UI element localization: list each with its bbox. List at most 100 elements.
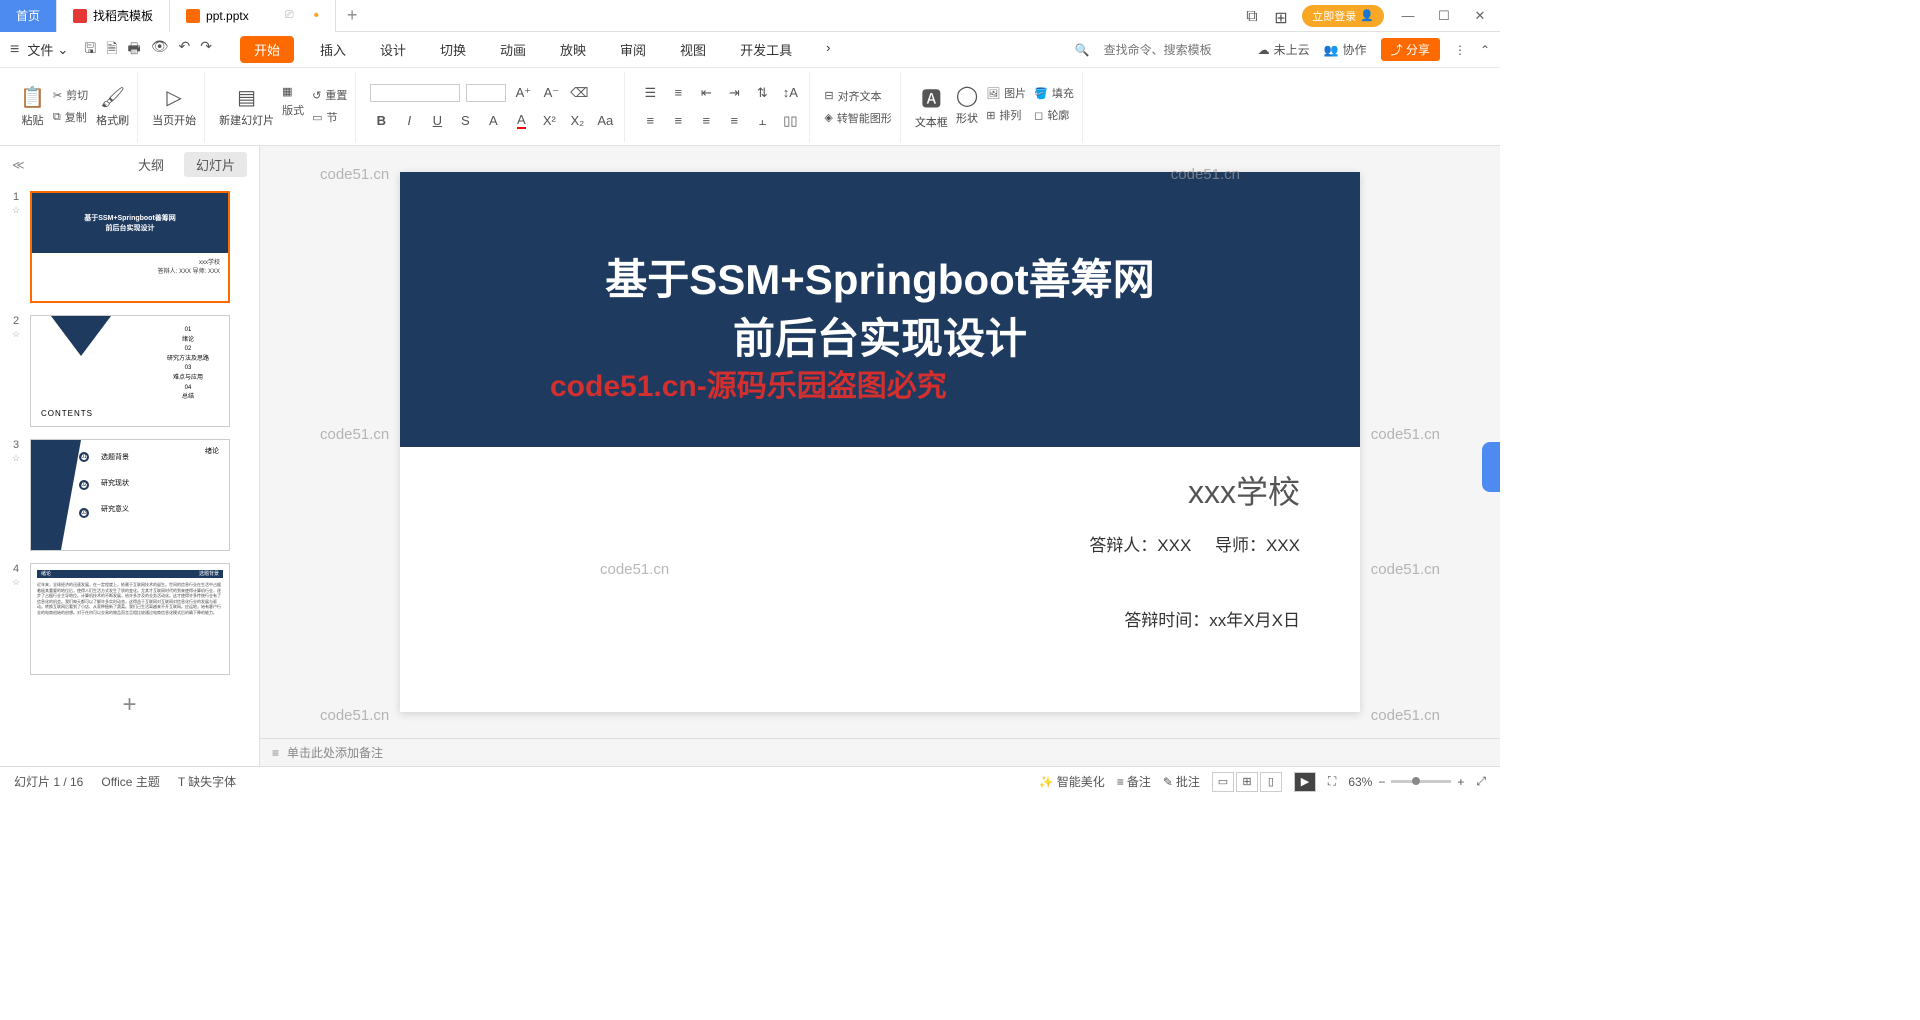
decrease-indent-button[interactable]: ⇤ [695,82,717,104]
thumbnail-1[interactable]: 基于SSM+Springboot善筹网前后台实现设计 xxx学校答辩人: XXX… [30,191,230,303]
window-mode-icon[interactable]: ⧉ [1246,8,1262,24]
arrange-button[interactable]: ⊞排列 [986,105,1026,125]
notes-toggle[interactable]: ≡备注 [1117,773,1151,790]
copy-button[interactable]: ⧉复制 [53,107,88,127]
menu-insert[interactable]: 插入 [312,36,354,63]
tab-file[interactable]: ppt.pptx ⎚ • [170,0,336,32]
textbox-button[interactable]: 🅰文本框 [915,83,948,130]
menu-more[interactable]: › [818,36,838,63]
menu-switch[interactable]: 切换 [432,36,474,63]
display-icon[interactable]: ⎚ [285,9,294,22]
search-input[interactable] [1104,43,1244,57]
menu-dev[interactable]: 开发工具 [732,36,800,63]
align-left-button[interactable]: ≡ [639,110,661,132]
zoom-in-button[interactable]: + [1457,775,1464,789]
close-button[interactable]: ✕ [1468,8,1492,24]
notes-pane[interactable]: ≡ 单击此处添加备注 [260,738,1500,766]
beautify-button[interactable]: ✨智能美化 [1039,773,1105,790]
change-case-button[interactable]: Aa [594,110,616,132]
new-slide-button[interactable]: ▤新建幻灯片 [219,85,274,128]
cut-button[interactable]: ✂剪切 [53,85,88,105]
menu-design[interactable]: 设计 [372,36,414,63]
numbering-button[interactable]: ≡ [667,82,689,104]
add-slide-button[interactable]: + [8,687,251,723]
missing-font-button[interactable]: T缺失字体 [178,773,236,790]
tab-template[interactable]: 找稻壳模板 [57,0,170,32]
picture-button[interactable]: 🖼图片 [986,83,1026,103]
apps-icon[interactable]: ⊞ [1274,8,1290,24]
layout-label-btn[interactable]: 版式 [282,100,304,120]
clear-format-icon[interactable]: ⌫ [568,82,590,104]
tab-home[interactable]: 首页 [0,0,57,32]
shape-button[interactable]: ◯形状 [956,83,978,130]
reading-view-button[interactable]: ▯ [1260,772,1282,792]
save-icon[interactable]: 🖫 [84,38,96,62]
superscript-button[interactable]: X² [538,110,560,132]
increase-font-icon[interactable]: A⁺ [512,82,534,104]
share-button[interactable]: ⤴ 分享 [1381,38,1440,61]
align-text-button[interactable]: ⊟对齐文本 [824,86,891,106]
line-spacing-button[interactable]: ⇅ [751,82,773,104]
zoom-out-button[interactable]: − [1378,775,1385,789]
thumbnail-2[interactable]: 01绪论 02研究方法及思路 03难点与应用 04总结 CONTENTS [30,315,230,427]
collapse-ribbon-icon[interactable]: ⌃ [1480,43,1490,57]
strike-button[interactable]: S [454,110,476,132]
underline-button[interactable]: U [426,110,448,132]
format-painter-button[interactable]: 🖌格式刷 [96,85,129,128]
menu-review[interactable]: 审阅 [612,36,654,63]
menu-start[interactable]: 开始 [240,36,294,63]
comments-button[interactable]: ✎批注 [1163,773,1200,790]
slides-tab[interactable]: 幻灯片 [184,152,247,177]
fullscreen-button[interactable]: ⤢ [1476,774,1486,789]
smartart-button[interactable]: ◈转智能图形 [824,108,891,128]
redo-icon[interactable]: ↷ [200,38,212,62]
font-select[interactable] [370,84,460,102]
distribute-button[interactable]: ⫠ [751,110,773,132]
justify-button[interactable]: ≡ [723,110,745,132]
menu-anim[interactable]: 动画 [492,36,534,63]
normal-view-button[interactable]: ▭ [1212,772,1234,792]
bullets-button[interactable]: ☰ [639,82,661,104]
fill-button[interactable]: 🪣填充 [1034,83,1074,103]
text-direction-button[interactable]: ↕A [779,82,801,104]
print-preview-icon[interactable]: 👁 [151,38,169,62]
decrease-font-icon[interactable]: A⁻ [540,82,562,104]
minimize-button[interactable]: — [1396,8,1420,23]
side-handle[interactable] [1482,442,1500,492]
slide-canvas[interactable]: 基于SSM+Springboot善筹网 前后台实现设计 xxx学校 答辩人：XX… [400,172,1360,712]
login-button[interactable]: 立即登录 👤 [1302,5,1384,27]
align-center-button[interactable]: ≡ [667,110,689,132]
slideshow-button[interactable]: ▶ [1294,772,1316,792]
highlight-button[interactable]: A [482,110,504,132]
italic-button[interactable]: I [398,110,420,132]
align-right-button[interactable]: ≡ [695,110,717,132]
layout-button[interactable]: ▦ [282,85,304,98]
menu-view[interactable]: 视图 [672,36,714,63]
hamburger-icon[interactable]: ≡ [10,41,19,59]
reset-button[interactable]: ↺重置 [312,85,347,105]
maximize-button[interactable]: ☐ [1432,8,1456,24]
save-as-icon[interactable]: 🗎 [106,38,117,62]
section-button[interactable]: ▭节 [312,107,347,127]
collab-button[interactable]: 👥协作 [1324,41,1367,58]
zoom-slider[interactable] [1391,780,1451,783]
collapse-panel-icon[interactable]: ≪ [12,158,25,172]
kebab-icon[interactable]: ⋮ [1454,43,1466,57]
from-current-button[interactable]: ▷当页开始 [152,85,196,128]
file-menu[interactable]: 文件 ⌄ [27,40,68,59]
cloud-button[interactable]: ☁未上云 [1258,41,1310,58]
font-color-button[interactable]: A [510,110,532,132]
menu-show[interactable]: 放映 [552,36,594,63]
columns-button[interactable]: ▯▯ [779,110,801,132]
size-select[interactable] [466,84,506,102]
fit-button[interactable]: ⛶ [1328,774,1336,789]
outline-tab[interactable]: 大纲 [126,152,176,177]
thumbnail-4[interactable]: 绪论选题背景 近年来，全球经济的迅速发展，在一定程度上，依赖于互联网技术的诞生。… [30,563,230,675]
paste-button[interactable]: 📋粘贴 [20,85,45,128]
sorter-view-button[interactable]: ⊞ [1236,772,1258,792]
thumbnail-3[interactable]: 绪论 01 02 03 选题背景 研究现状 研究意义 [30,439,230,551]
bold-button[interactable]: B [370,110,392,132]
outline-button[interactable]: ◻轮廓 [1034,105,1074,125]
new-tab-button[interactable]: + [336,5,368,26]
increase-indent-button[interactable]: ⇥ [723,82,745,104]
